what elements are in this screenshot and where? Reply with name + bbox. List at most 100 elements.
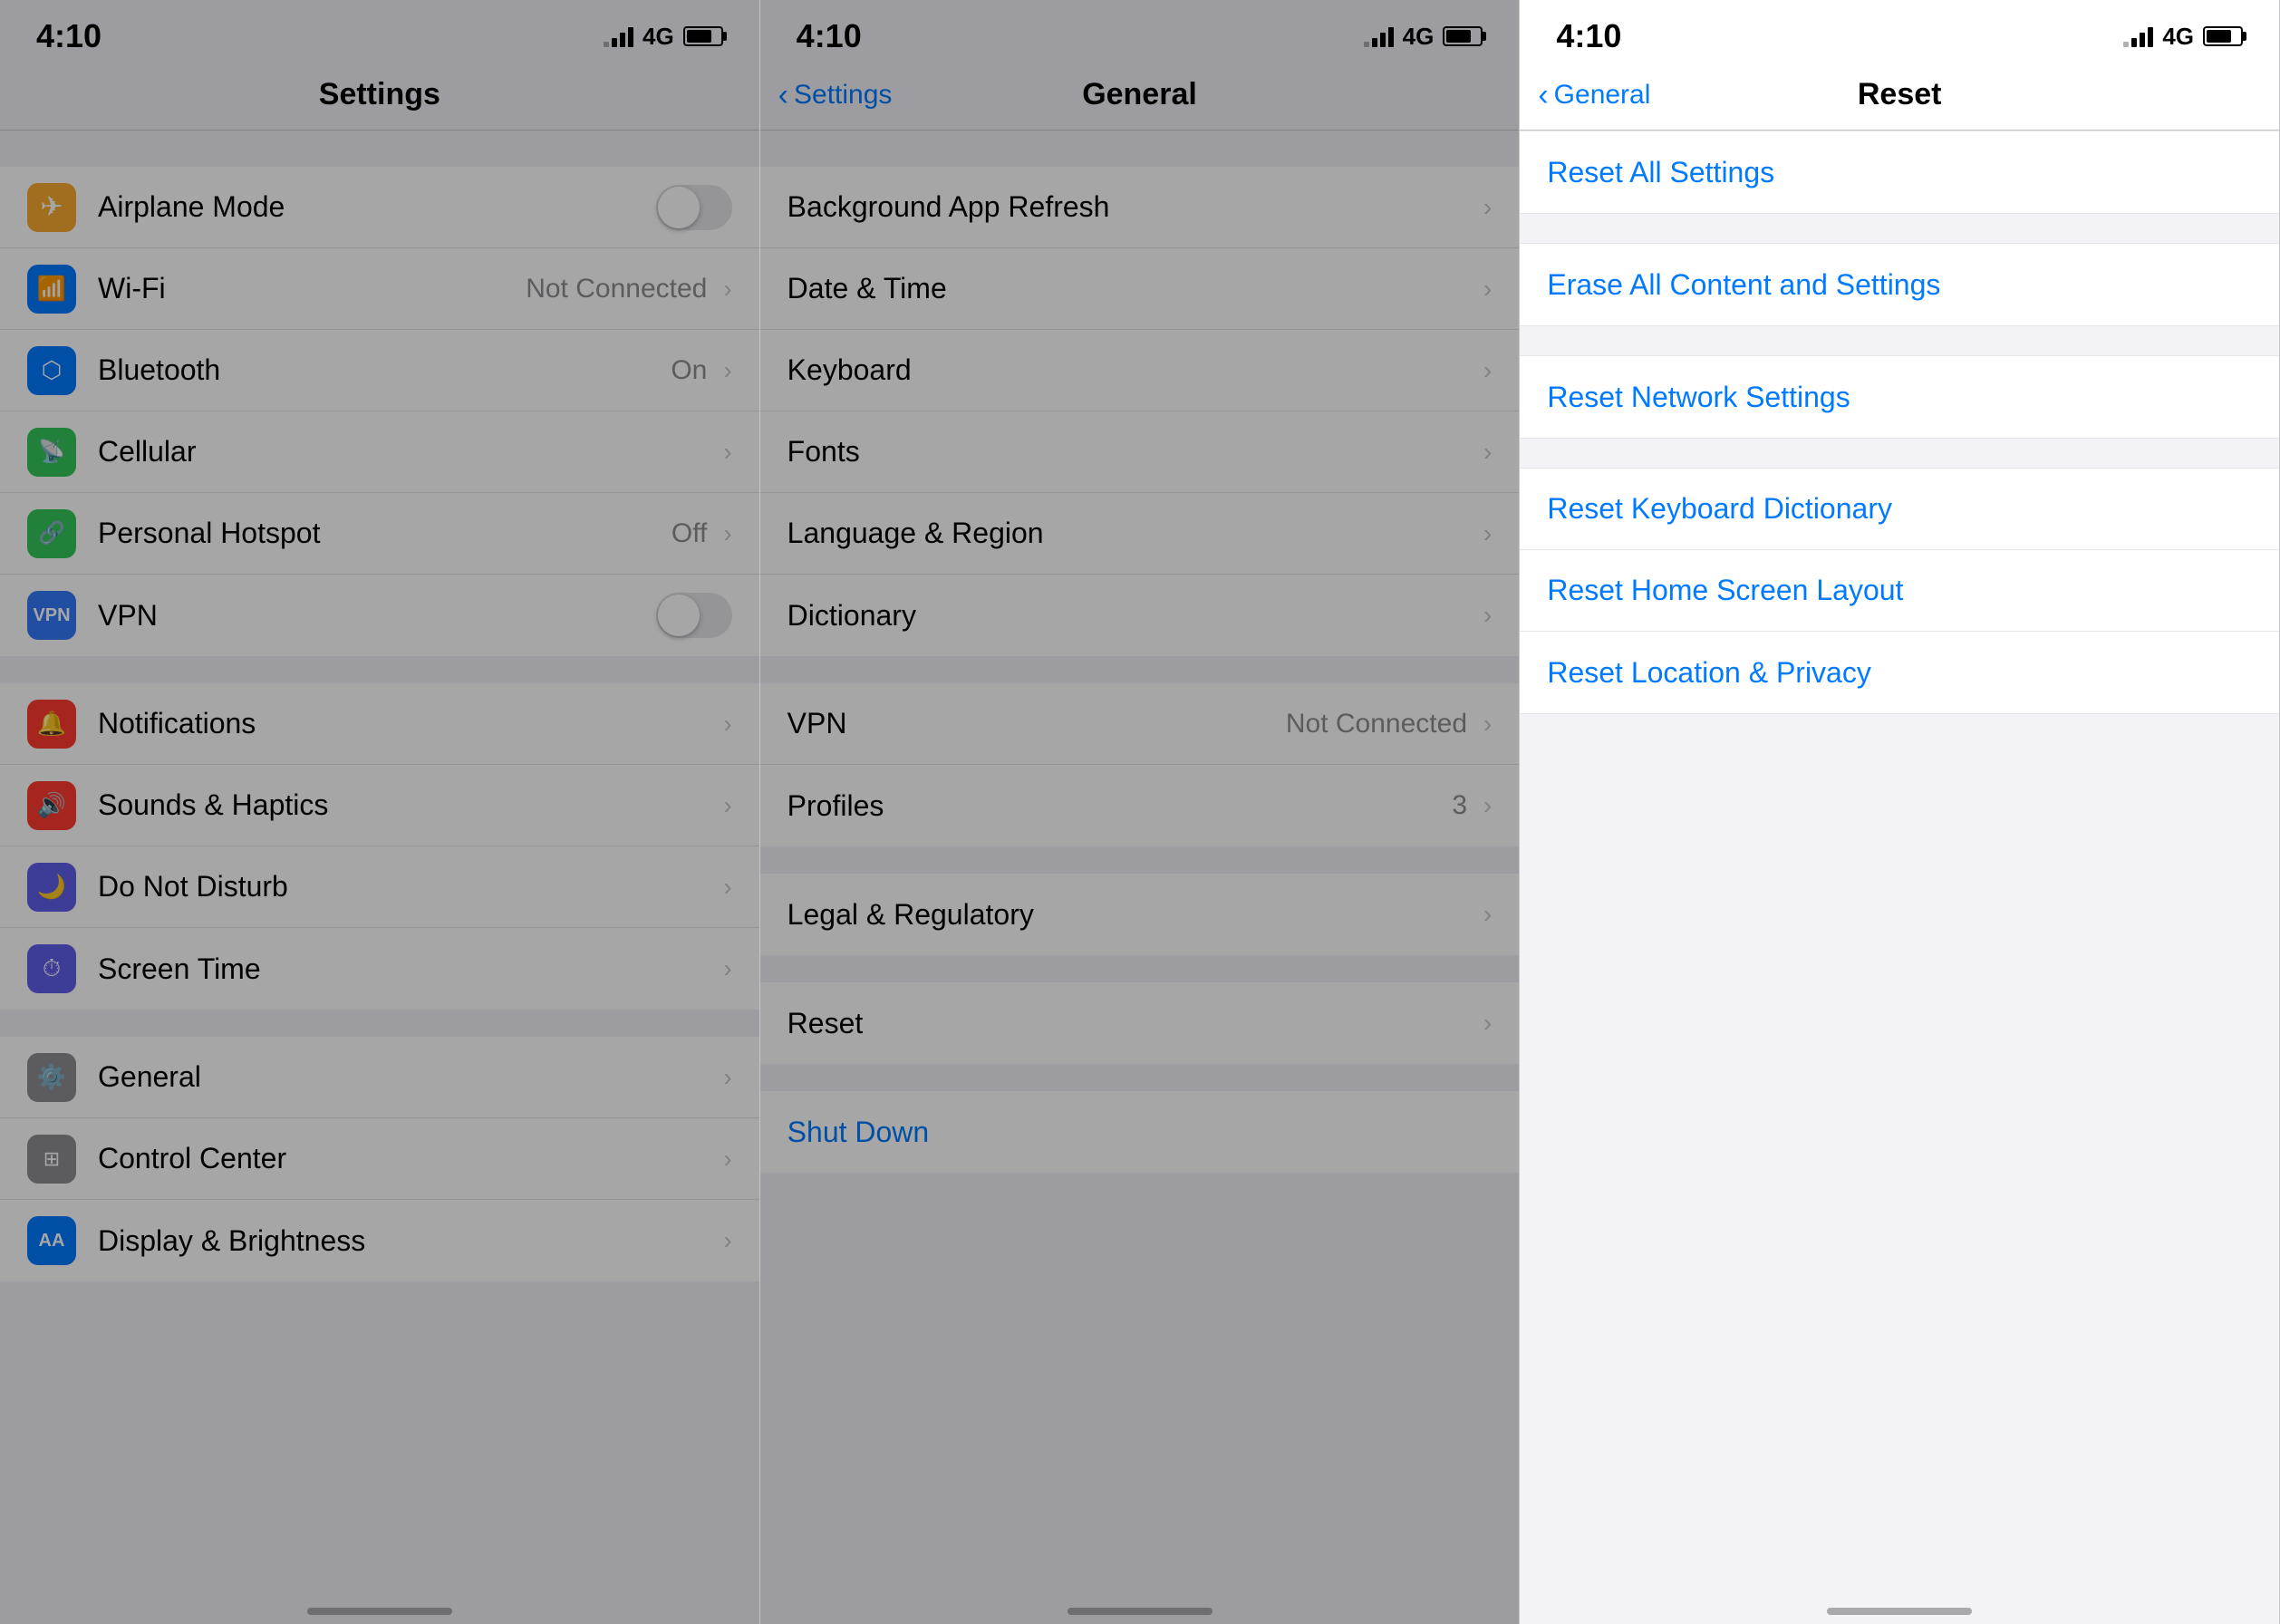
reset-all-row[interactable]: Reset All Settings [1520,131,2279,213]
reset-chevron-general: › [1483,1009,1492,1038]
erase-row[interactable]: Erase All Content and Settings [1520,244,2279,325]
signal-bar-3 [620,33,625,47]
language-chevron: › [1483,519,1492,548]
keyboard-row[interactable]: Keyboard › [760,330,1520,411]
notifications-row[interactable]: 🔔 Notifications › [0,683,759,765]
signal-bar-2-4 [1388,27,1394,47]
status-icons-3: 4G [2123,23,2243,51]
wifi-row[interactable]: 📶 Wi-Fi Not Connected › [0,248,759,330]
nav-bar-1: Settings [0,65,759,130]
reset-network-label: Reset Network Settings [1547,381,2252,414]
cellular-row[interactable]: 📡 Cellular › [0,411,759,493]
bg-refresh-row[interactable]: Background App Refresh › [760,167,1520,248]
dictionary-label: Dictionary [787,599,1478,633]
keyboard-chevron: › [1483,356,1492,385]
wifi-icon: 📶 [27,265,76,314]
signal-bar-2-2 [1372,38,1377,47]
reset-home-row[interactable]: Reset Home Screen Layout [1520,550,2279,632]
screentime-label: Screen Time [98,952,718,986]
vpn-profiles-group: VPN Not Connected › Profiles 3 › [760,683,1520,846]
profiles-row[interactable]: Profiles 3 › [760,765,1520,846]
cellular-chevron: › [723,438,731,467]
reset-network-section: Reset Network Settings [1520,355,2279,439]
dictionary-row[interactable]: Dictionary › [760,575,1520,656]
general-icon: ⚙️ [27,1053,76,1102]
notifications-label: Notifications [98,707,718,740]
shutdown-row[interactable]: Shut Down [760,1091,1520,1173]
screentime-row[interactable]: ⏱ Screen Time › [0,928,759,1010]
section-gap-1 [0,130,759,167]
control-center-chevron: › [723,1145,731,1174]
signal-bar-3-2 [2131,38,2137,47]
bg-refresh-chevron: › [1483,193,1492,222]
vpn-toggle[interactable] [656,593,732,638]
cellular-label: Cellular [98,435,718,469]
wifi-chevron: › [723,275,731,304]
airplane-toggle[interactable] [656,185,732,230]
connectivity-group: ✈ Airplane Mode 📶 Wi-Fi Not Connected › … [0,167,759,656]
status-icons-2: 4G [1364,23,1483,51]
general-back-button[interactable]: ‹ Settings [778,80,893,111]
network-type-2: 4G [1403,23,1435,51]
hotspot-row[interactable]: 🔗 Personal Hotspot Off › [0,493,759,575]
bluetooth-row[interactable]: ⬡ Bluetooth On › [0,330,759,411]
display-chevron: › [723,1226,731,1255]
reset-home-label: Reset Home Screen Layout [1547,574,2252,607]
reset-network-row[interactable]: Reset Network Settings [1520,356,2279,438]
screentime-icon: ⏱ [27,944,76,993]
reset-back-button[interactable]: ‹ General [1538,80,1650,111]
general-row[interactable]: ⚙️ General › [0,1037,759,1118]
reset-row-general[interactable]: Reset › [760,982,1520,1064]
vpn-general-row[interactable]: VPN Not Connected › [760,683,1520,765]
section-gap-3b [1520,326,2279,355]
general-screen: 4:10 4G ‹ Settings General Background Ap… [760,0,1521,1624]
reset-location-row[interactable]: Reset Location & Privacy [1520,632,2279,713]
general-top-group: Background App Refresh › Date & Time › K… [760,167,1520,656]
signal-bar-3-3 [2140,33,2145,47]
airplane-toggle-thumb [658,187,700,228]
datetime-row[interactable]: Date & Time › [760,248,1520,330]
airplane-mode-row[interactable]: ✈ Airplane Mode [0,167,759,248]
nav-title-2: General [1082,77,1197,112]
vpn-label: VPN [98,599,647,633]
airplane-icon: ✈ [27,183,76,232]
wifi-value: Not Connected [526,274,707,304]
fonts-row[interactable]: Fonts › [760,411,1520,493]
vpn-icon: VPN [27,591,76,640]
language-row[interactable]: Language & Region › [760,493,1520,575]
dnd-row[interactable]: 🌙 Do Not Disturb › [0,846,759,928]
time-1: 4:10 [36,17,101,55]
time-3: 4:10 [1556,17,1621,55]
legal-label: Legal & Regulatory [787,898,1478,932]
legal-group: Legal & Regulatory › [760,874,1520,955]
status-icons-1: 4G [604,23,723,51]
legal-chevron: › [1483,900,1492,929]
profiles-chevron: › [1483,791,1492,820]
settings-screen: 4:10 4G Settings ✈ Airplane Mode [0,0,760,1624]
legal-row[interactable]: Legal & Regulatory › [760,874,1520,955]
general-chevron: › [723,1063,731,1092]
reset-keyboard-row[interactable]: Reset Keyboard Dictionary [1520,469,2279,550]
signal-bar-4 [628,27,633,47]
dnd-icon: 🌙 [27,863,76,912]
battery-1 [683,26,723,46]
keyboard-label: Keyboard [787,353,1478,387]
signal-bar-2 [612,38,617,47]
reset-keyboard-label: Reset Keyboard Dictionary [1547,492,2252,526]
sounds-row[interactable]: 🔊 Sounds & Haptics › [0,765,759,846]
signal-bars-2 [1364,25,1394,47]
control-center-row[interactable]: ⊞ Control Center › [0,1118,759,1200]
signal-bar-2-1 [1364,42,1369,47]
bg-refresh-label: Background App Refresh [787,190,1478,224]
general-group: ⚙️ General › ⊞ Control Center › AA Displ… [0,1037,759,1281]
section-gap-3a [1520,214,2279,243]
network-type-3: 4G [2162,23,2194,51]
profiles-label: Profiles [787,789,1453,823]
section-gap-3c [1520,439,2279,468]
vpn-row[interactable]: VPN VPN [0,575,759,656]
display-row[interactable]: AA Display & Brightness › [0,1200,759,1281]
vpn-toggle-thumb [658,594,700,636]
nav-title-1: Settings [319,77,440,112]
back-arrow-3: ‹ [1538,80,1548,111]
hotspot-icon: 🔗 [27,509,76,558]
